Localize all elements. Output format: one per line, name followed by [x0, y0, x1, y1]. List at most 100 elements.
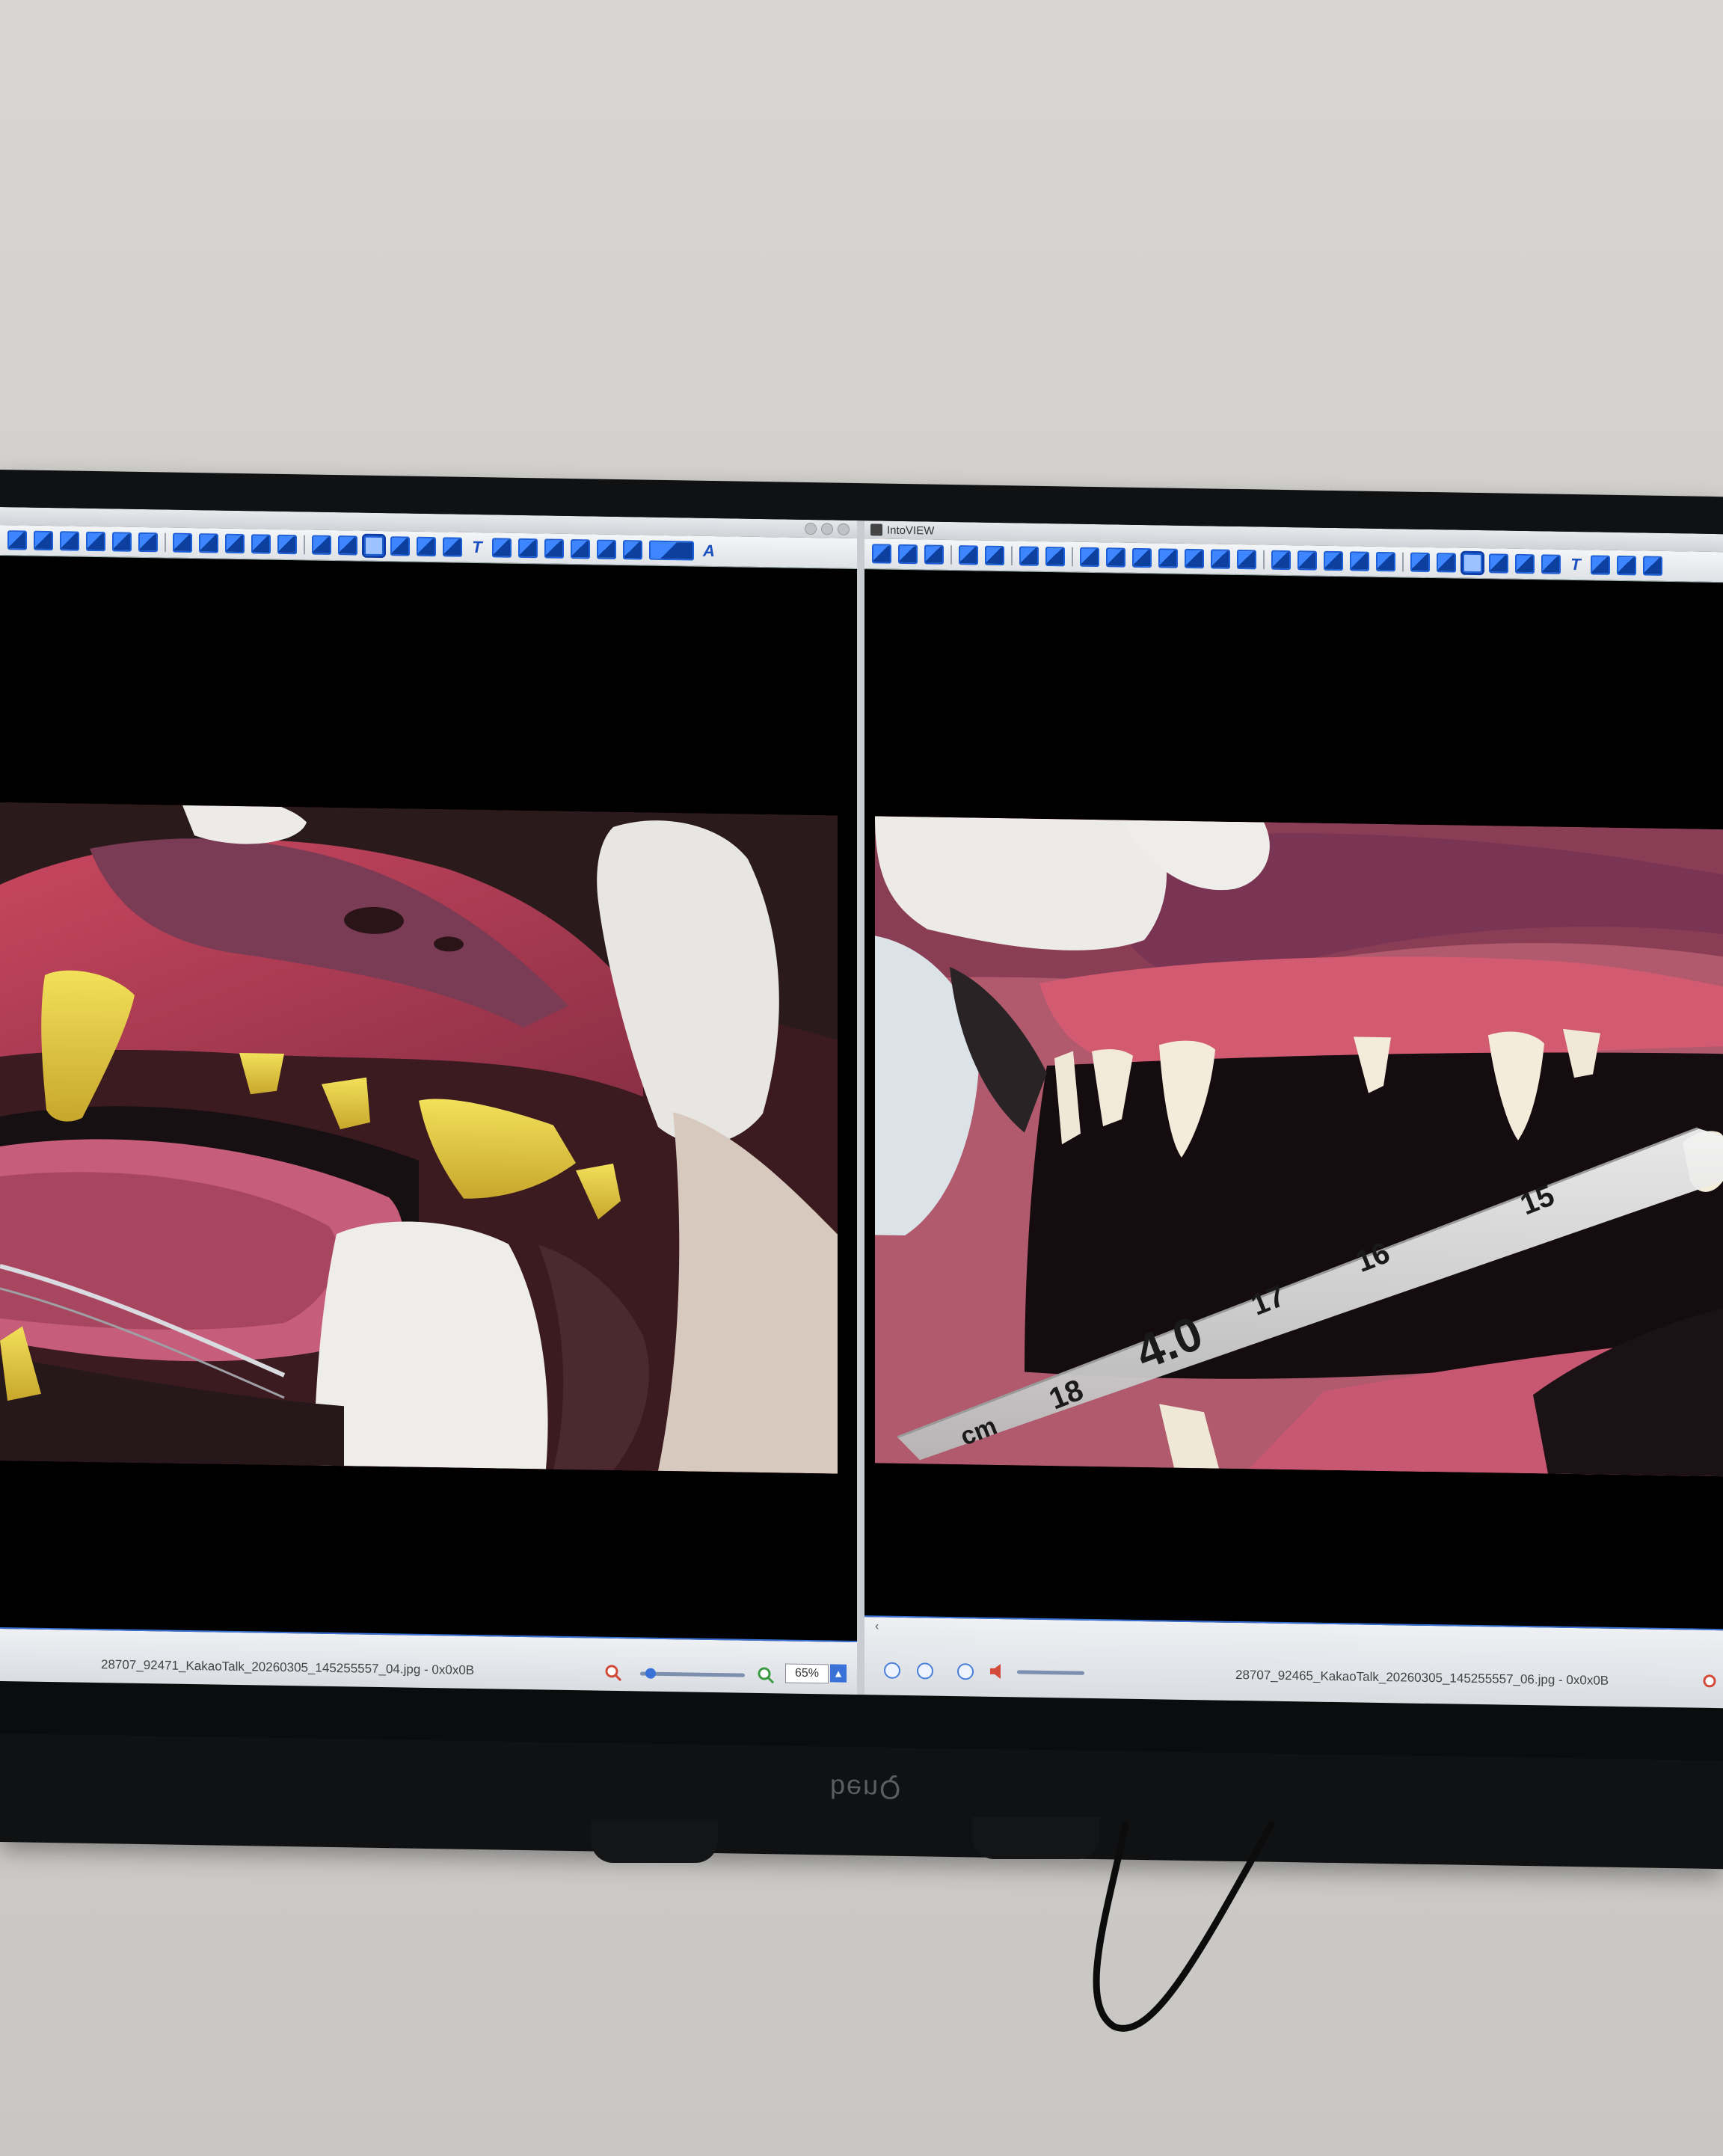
email-icon[interactable] — [898, 544, 918, 565]
layout-4-icon[interactable] — [1158, 548, 1178, 568]
zoom-percentage-field[interactable]: 65% — [785, 1663, 829, 1684]
histogram-icon[interactable] — [1643, 556, 1662, 576]
text-tool-icon[interactable]: T — [469, 538, 485, 556]
histogram-icon[interactable] — [544, 538, 564, 559]
previous-icon[interactable] — [1019, 546, 1039, 566]
next-icon[interactable] — [1045, 546, 1065, 567]
close-button[interactable] — [838, 523, 850, 535]
compare-icon[interactable] — [138, 532, 158, 553]
angle-icon[interactable] — [443, 537, 462, 557]
toolbar-separator — [165, 532, 166, 553]
rotate-icon[interactable] — [1376, 551, 1395, 572]
text-tool-icon[interactable]: T — [1567, 555, 1584, 574]
photos-icon[interactable]: ✂ — [19, 1744, 51, 1761]
window-level-icon[interactable] — [1410, 552, 1430, 573]
lasso-icon[interactable] — [1515, 553, 1535, 574]
toolbar-separator — [1011, 546, 1013, 566]
compare-icon[interactable] — [1237, 549, 1256, 570]
refresh-icon[interactable] — [959, 545, 978, 565]
zoom-slider-track[interactable] — [640, 1668, 745, 1679]
layout-3-icon[interactable] — [60, 531, 79, 551]
lasso-icon[interactable] — [417, 536, 436, 557]
left-status-filename: 28707_92471_KakaoTalk_20260305_145255557… — [101, 1657, 475, 1677]
volume-icon[interactable] — [989, 1662, 1010, 1680]
magic-wand-icon[interactable] — [1489, 553, 1508, 574]
flip-horizontal-icon[interactable] — [251, 534, 271, 554]
dental-photo-left-drawing — [0, 802, 838, 1474]
toolbar-separator — [1072, 547, 1073, 567]
screenshot-icon[interactable] — [338, 535, 357, 556]
right-status-filename: 28707_92465_KakaoTalk_20260305_145255557… — [1235, 1667, 1609, 1688]
pan-icon[interactable] — [1461, 550, 1484, 576]
toolbar-separator — [304, 535, 305, 555]
monitor-stand-left — [591, 1821, 718, 1863]
app-icon[interactable] — [253, 1748, 284, 1761]
right-viewer-window: IntoVIEW T 15 16 17 4.0 18 cm ‹ 28707_92… — [864, 520, 1723, 1709]
layout-6-icon[interactable] — [1211, 549, 1230, 569]
window-level-icon[interactable] — [312, 535, 331, 555]
layout-1-icon[interactable] — [1080, 547, 1099, 568]
taskbar: ✂ P — [0, 1733, 1723, 1761]
right-window-title: IntoVIEW — [887, 523, 935, 538]
dental-photo-right[interactable]: 15 16 17 4.0 18 cm — [875, 816, 1723, 1477]
play-icon[interactable] — [884, 1662, 900, 1679]
zoom-in-icon[interactable] — [757, 1666, 775, 1684]
powerpoint-icon[interactable]: P — [194, 1747, 226, 1761]
file-explorer-icon[interactable] — [78, 1745, 109, 1761]
toolbar-separator — [950, 544, 952, 565]
screenshot-icon[interactable] — [1437, 553, 1456, 573]
ruler-icon[interactable] — [649, 540, 694, 561]
stop-icon[interactable] — [957, 1663, 974, 1680]
export-icon[interactable] — [571, 538, 590, 559]
monitor: T A 28707_92471_KakaoTalk_20260305_14525… — [0, 470, 1723, 1870]
image-viewer-icon[interactable] — [372, 1749, 404, 1761]
left-statusbar: 28707_92471_KakaoTalk_20260305_145255557… — [0, 1627, 857, 1695]
fit-icon[interactable] — [1271, 550, 1291, 571]
fit-icon[interactable] — [173, 532, 192, 553]
measure-icon[interactable] — [518, 538, 538, 559]
save-icon[interactable] — [872, 544, 891, 564]
magic-wand-icon[interactable] — [390, 536, 410, 556]
left-viewer-window: T A 28707_92471_KakaoTalk_20260305_14525… — [0, 507, 864, 1695]
arrow-tool-icon[interactable] — [1591, 555, 1610, 575]
circle-icon[interactable] — [623, 540, 642, 560]
dental-photo-right-drawing: 15 16 17 4.0 18 cm — [875, 816, 1723, 1477]
intoview-icon[interactable] — [431, 1749, 465, 1761]
maximize-button[interactable] — [821, 523, 833, 535]
rotate-icon[interactable] — [277, 534, 297, 555]
layout-2-icon[interactable] — [1106, 547, 1125, 568]
minimize-button[interactable] — [805, 522, 817, 535]
pan-icon[interactable] — [362, 533, 386, 559]
zoom-out-icon[interactable] — [604, 1664, 622, 1682]
flip-horizontal-icon[interactable] — [1350, 551, 1369, 571]
layout-1-icon[interactable] — [7, 530, 27, 550]
measure-icon[interactable] — [1617, 555, 1636, 576]
zoom-out-icon[interactable] — [1702, 1674, 1720, 1692]
zoom-spinner[interactable]: ▲ — [830, 1664, 847, 1683]
layout-2-icon[interactable] — [34, 530, 53, 551]
slideshow-icon[interactable] — [985, 545, 1004, 566]
tools-icon[interactable] — [924, 544, 944, 565]
actual-size-icon[interactable] — [1297, 550, 1317, 571]
layout-3-icon[interactable] — [1132, 547, 1152, 568]
annotation-font-icon[interactable]: A — [701, 541, 717, 560]
zoom-slider-knob[interactable] — [645, 1668, 656, 1679]
angle-icon[interactable] — [1541, 554, 1561, 574]
rectangle-icon[interactable] — [597, 539, 616, 559]
volume-slider[interactable] — [1017, 1670, 1084, 1675]
flip-vertical-icon[interactable] — [1324, 550, 1343, 571]
edge-icon[interactable] — [136, 1745, 168, 1761]
intoview-app-icon — [870, 523, 882, 536]
dental-photo-left[interactable] — [0, 802, 838, 1474]
layout-5-icon[interactable] — [112, 532, 132, 552]
monitor-brand-logo: benQ — [830, 1773, 903, 1805]
speedometer-icon[interactable] — [311, 1747, 345, 1761]
actual-size-icon[interactable] — [199, 533, 218, 553]
layout-4-icon[interactable] — [86, 531, 105, 552]
pause-icon[interactable] — [917, 1662, 933, 1680]
flip-vertical-icon[interactable] — [225, 533, 245, 554]
scroll-left-icon[interactable]: ‹ — [875, 1620, 890, 1633]
layout-5-icon[interactable] — [1185, 548, 1204, 569]
toolbar-separator — [1263, 550, 1265, 570]
arrow-tool-icon[interactable] — [492, 538, 512, 558]
